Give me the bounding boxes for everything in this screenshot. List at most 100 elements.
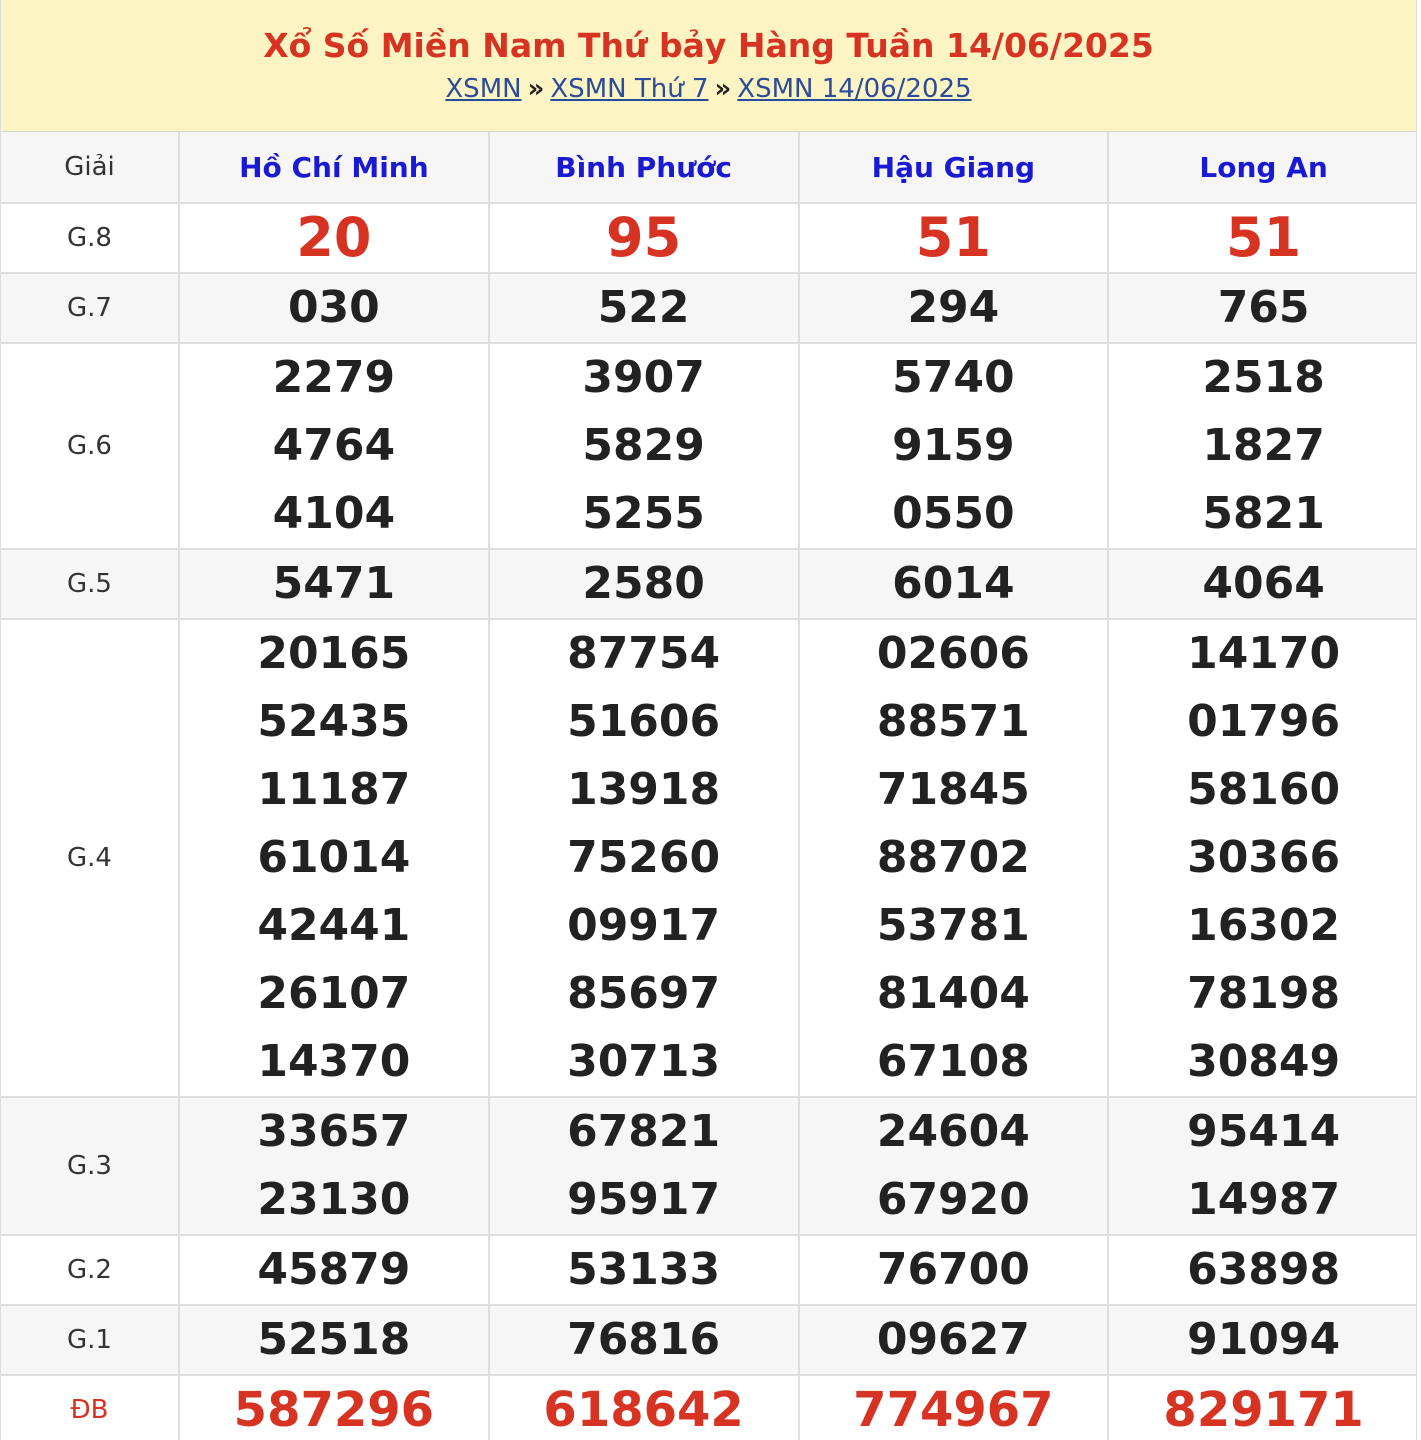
result-number: 95 (606, 206, 682, 269)
result-cell: 51 (1107, 202, 1416, 274)
result-cell: 02606 88571 71845 88702 53781 81404 67108 (797, 618, 1110, 1098)
result-cell: 52518 (178, 1304, 490, 1376)
prize-label: G.6 (1, 342, 180, 550)
result-number: 51 (915, 206, 991, 269)
result-number: 52518 (257, 1314, 411, 1365)
result-number: 51606 (567, 696, 721, 747)
prize-row: G.3 33657 23130 67821 95917 24604 67920 95414 14… (1, 1096, 1416, 1236)
result-number: 16302 (1187, 900, 1341, 951)
result-number: 5471 (272, 558, 396, 609)
result-number: 67108 (876, 1036, 1030, 1087)
result-cell: 67821 95917 (487, 1096, 800, 1236)
breadcrumb-link-xsmn-thu-7[interactable]: XSMN Thứ 7 (550, 74, 708, 104)
prize-row: G.4 20165 52435 11187 61014 42441 26107 14370 87… (1, 618, 1416, 1098)
result-cell: 87754 51606 13918 75260 09917 85697 30713 (487, 618, 800, 1098)
result-number: 75260 (567, 832, 721, 883)
result-number: 14987 (1187, 1174, 1341, 1225)
result-number: 5821 (1202, 488, 1325, 539)
result-number: 52435 (257, 696, 411, 747)
result-number: 774967 (853, 1382, 1054, 1438)
result-number: 30713 (567, 1036, 721, 1087)
result-cell: 20 (178, 202, 490, 274)
province-header[interactable]: Hồ Chí Minh (178, 132, 490, 204)
result-number: 522 (597, 282, 690, 333)
result-number: 5740 (892, 352, 1015, 403)
result-cell: 2518 1827 5821 (1107, 342, 1416, 550)
result-number: 09917 (567, 900, 721, 951)
result-number: 2580 (582, 558, 705, 609)
result-number: 61014 (257, 832, 411, 883)
result-cell: 95 (487, 202, 800, 274)
result-number: 4104 (272, 488, 396, 539)
result-cell: 2580 (487, 548, 800, 620)
breadcrumb-link-xsmn[interactable]: XSMN (445, 74, 521, 104)
breadcrumb-separator: » (527, 74, 545, 104)
result-number: 5255 (582, 488, 705, 539)
result-number: 3907 (582, 352, 705, 403)
result-number: 33657 (257, 1106, 411, 1157)
result-number: 01796 (1187, 696, 1341, 747)
result-cell: 5471 (178, 548, 490, 620)
result-number: 24604 (876, 1106, 1030, 1157)
prize-label: G.1 (1, 1304, 180, 1376)
result-number: 4064 (1202, 558, 1325, 609)
result-number: 67920 (876, 1174, 1030, 1225)
province-header[interactable]: Hậu Giang (797, 132, 1110, 204)
result-number: 42441 (257, 900, 411, 951)
result-number: 81404 (876, 968, 1030, 1019)
result-number: 2518 (1202, 352, 1325, 403)
result-cell: 294 (797, 272, 1110, 344)
result-number: 87754 (567, 628, 721, 679)
result-cell: 33657 23130 (178, 1096, 490, 1236)
result-number: 0550 (892, 488, 1015, 539)
prize-row: G.2 45879 53133 76700 63898 (1, 1234, 1416, 1306)
prize-label: G.4 (1, 618, 180, 1098)
result-number: 1827 (1202, 420, 1325, 471)
province-header[interactable]: Long An (1107, 132, 1416, 204)
result-number: 26107 (257, 968, 411, 1019)
result-cell: 51 (797, 202, 1110, 274)
prize-row: G.7 030 522 294 765 (1, 272, 1416, 344)
result-number: 13918 (567, 764, 721, 815)
result-number: 78198 (1187, 968, 1341, 1019)
result-number: 88702 (876, 832, 1030, 883)
prize-label: G.7 (1, 272, 180, 344)
result-cell: 030 (178, 272, 490, 344)
result-cell: 4064 (1107, 548, 1416, 620)
result-number: 45879 (257, 1244, 411, 1295)
result-cell: 20165 52435 11187 61014 42441 26107 14370 (178, 618, 490, 1098)
result-number: 95414 (1187, 1106, 1341, 1157)
result-number: 02606 (876, 628, 1030, 679)
result-cell: 24604 67920 (797, 1096, 1110, 1236)
result-number: 2279 (272, 352, 396, 403)
result-number: 5829 (582, 420, 705, 471)
result-cell: 76700 (797, 1234, 1110, 1306)
prize-column-header: Giải (1, 132, 180, 204)
result-number: 63898 (1187, 1244, 1341, 1295)
result-number: 6014 (892, 558, 1015, 609)
result-number: 587296 (233, 1382, 435, 1438)
result-cell: 765 (1107, 272, 1416, 344)
breadcrumb-link-xsmn-date[interactable]: XSMN 14/06/2025 (737, 74, 971, 104)
prize-row: G.1 52518 76816 09627 91094 (1, 1304, 1416, 1376)
prize-label: G.2 (1, 1234, 180, 1306)
result-number: 09627 (876, 1314, 1030, 1365)
result-cell: 6014 (797, 548, 1110, 620)
result-number: 95917 (567, 1174, 721, 1225)
result-number: 58160 (1187, 764, 1341, 815)
breadcrumb-separator: » (714, 74, 732, 104)
result-cell: 2279 4764 4104 (178, 342, 490, 550)
result-number: 618642 (543, 1382, 744, 1438)
result-cell: 587296 (178, 1374, 490, 1440)
result-number: 91094 (1187, 1314, 1341, 1365)
result-number: 53133 (567, 1244, 721, 1295)
result-number: 20 (296, 206, 372, 269)
result-cell: 53133 (487, 1234, 800, 1306)
result-number: 765 (1217, 282, 1310, 333)
result-number: 14170 (1187, 628, 1341, 679)
result-cell: 14170 01796 58160 30366 16302 78198 30849 (1107, 618, 1416, 1098)
province-header[interactable]: Bình Phước (487, 132, 800, 204)
prize-label: G.3 (1, 1096, 180, 1236)
result-cell: 522 (487, 272, 800, 344)
result-cell: 63898 (1107, 1234, 1416, 1306)
